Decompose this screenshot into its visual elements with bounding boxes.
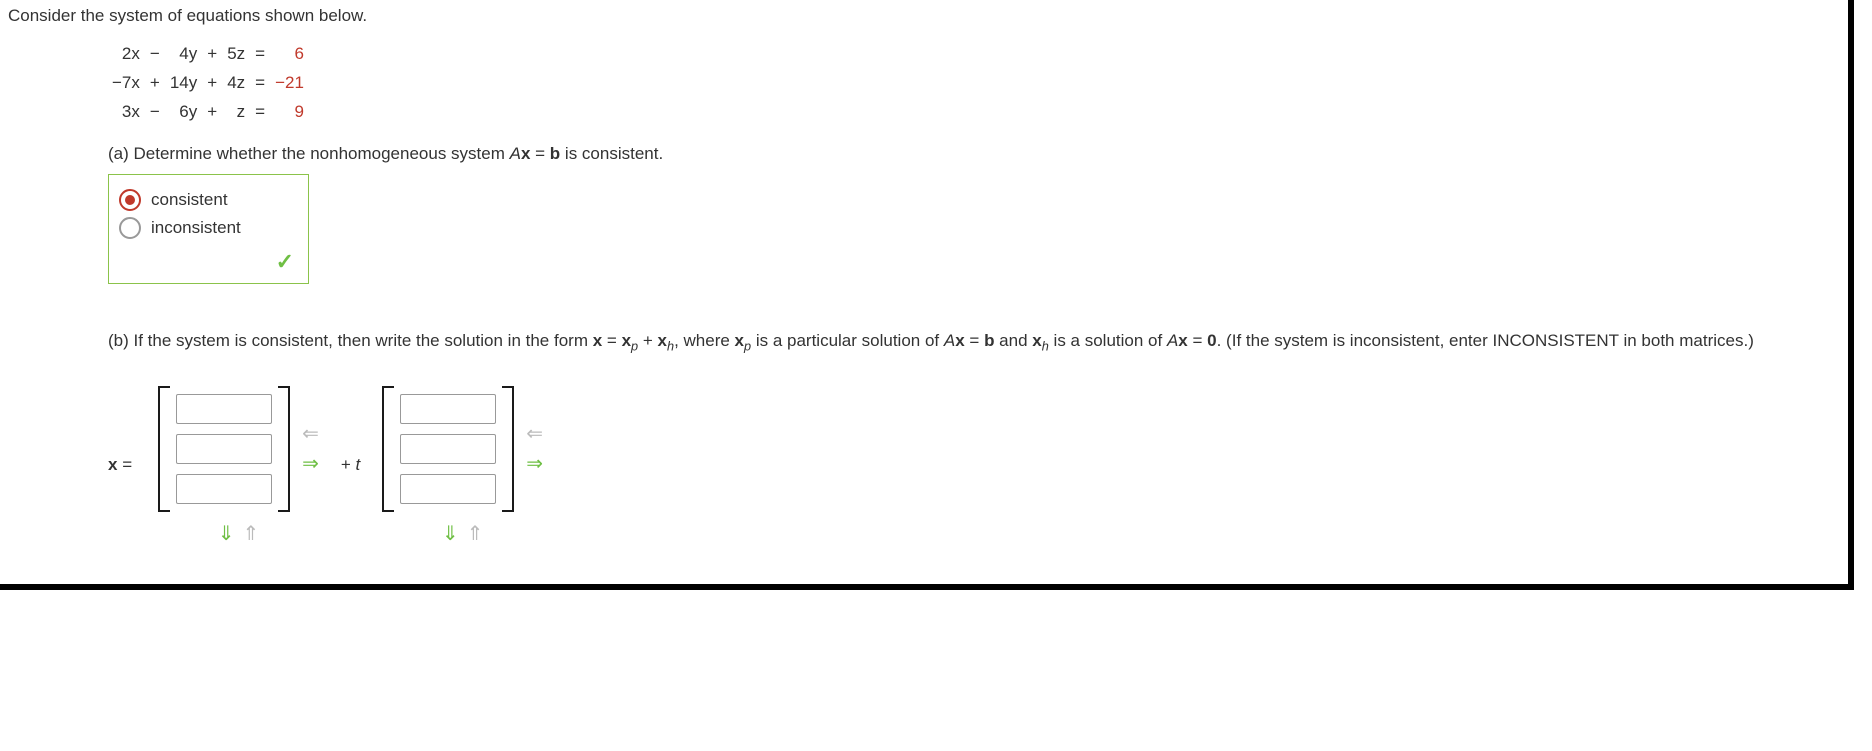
xp-entry-1[interactable]	[176, 394, 272, 424]
expand-cols-icon[interactable]: ⇒	[526, 454, 543, 474]
xp-entry-3[interactable]	[176, 474, 272, 504]
part-a-question: (a) Determine whether the nonhomogeneous…	[108, 144, 1840, 164]
xh-entry-2[interactable]	[400, 434, 496, 464]
check-icon: ✓	[276, 249, 294, 274]
equation-row-1: 2x− 4y+ 5z= 6	[110, 40, 306, 67]
radio-label: inconsistent	[151, 218, 241, 238]
xh-entry-1[interactable]	[400, 394, 496, 424]
shrink-cols-icon[interactable]: ⇐	[526, 424, 543, 444]
shrink-cols-icon[interactable]: ⇐	[302, 424, 319, 444]
radio-option-consistent[interactable]: consistent	[119, 189, 294, 211]
intro-text: Consider the system of equations shown b…	[8, 6, 1840, 26]
xp-entry-2[interactable]	[176, 434, 272, 464]
expand-rows-icon[interactable]: ⇓	[442, 524, 459, 544]
equation-row-3: 3x− 6y+ z= 9	[110, 98, 306, 125]
radio-group-consistency: consistent inconsistent ✓	[108, 174, 309, 284]
equation-row-2: −7x+ 14y+ 4z= −21	[110, 69, 306, 96]
expand-rows-icon[interactable]: ⇓	[218, 524, 235, 544]
radio-label: consistent	[151, 190, 228, 210]
shrink-rows-icon[interactable]: ⇑	[243, 524, 260, 544]
xh-entry-3[interactable]	[400, 474, 496, 504]
plus-t-label: + t	[341, 455, 360, 474]
radio-option-inconsistent[interactable]: inconsistent	[119, 217, 294, 239]
xh-matrix	[382, 386, 514, 512]
radio-icon	[119, 217, 141, 239]
expand-cols-icon[interactable]: ⇒	[302, 454, 319, 474]
radio-icon	[119, 189, 141, 211]
equation-system: 2x− 4y+ 5z= 6 −7x+ 14y+ 4z= −21 3x− 6y+ …	[108, 38, 1840, 128]
part-b-question: (b) If the system is consistent, then wr…	[108, 324, 1840, 359]
xp-matrix	[158, 386, 290, 512]
solution-equation: x = ⇐ ⇒	[108, 386, 1840, 544]
shrink-rows-icon[interactable]: ⇑	[467, 524, 484, 544]
